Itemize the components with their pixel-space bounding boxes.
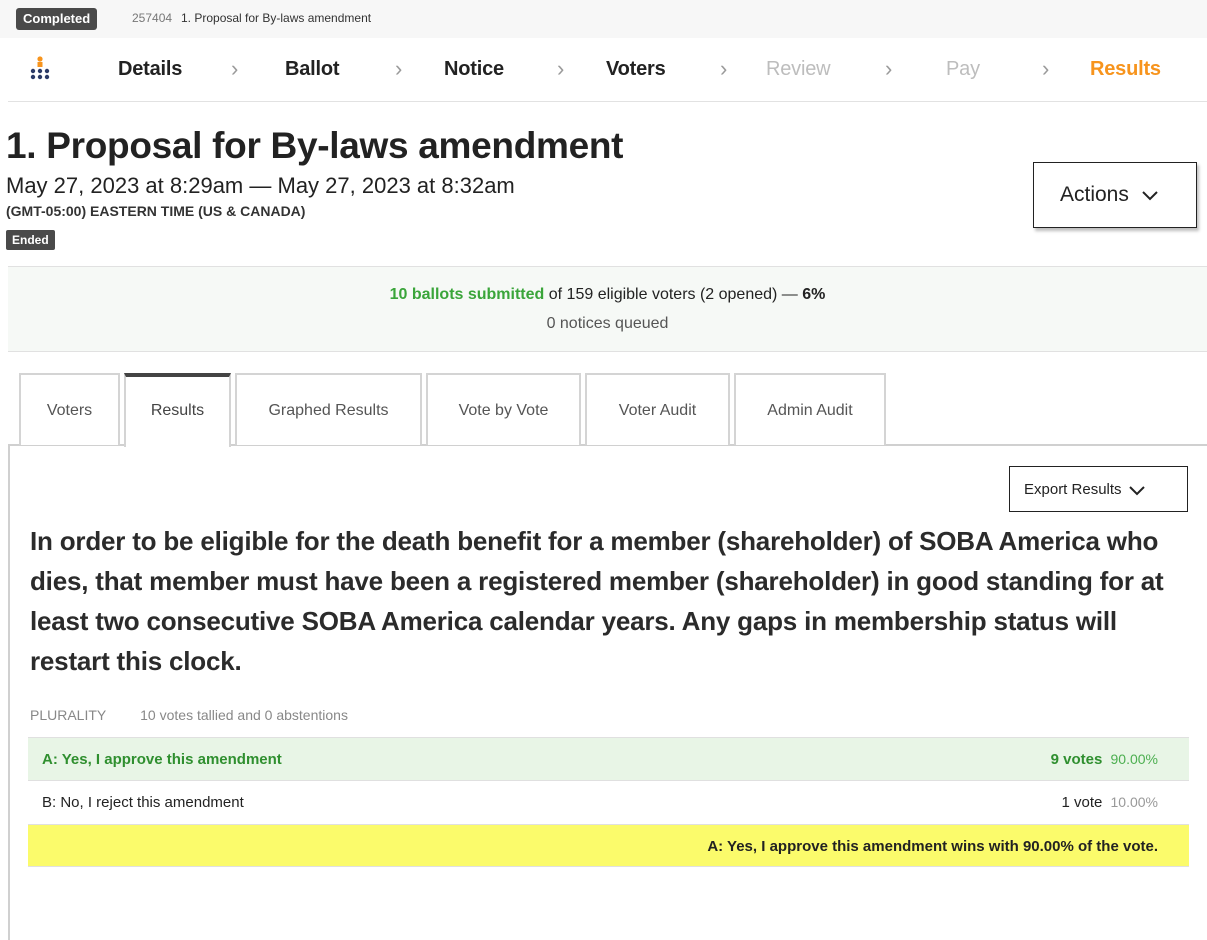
election-date-range: May 27, 2023 at 8:29am — May 27, 2023 at…	[6, 173, 515, 198]
tab-admin-audit[interactable]: Admin Audit	[734, 373, 886, 445]
ballots-submitted-count: 10 ballots submitted	[389, 286, 545, 303]
result-row: B: No, I reject this amendment 1 vote 10…	[28, 780, 1189, 823]
tab-results[interactable]: Results	[124, 373, 231, 447]
option-votes: 1 vote	[1061, 794, 1103, 811]
winner-summary-row: A: Yes, I approve this amendment wins wi…	[28, 824, 1189, 867]
turnout-percent: 6%	[802, 286, 826, 303]
chevron-right-icon: ›	[720, 56, 728, 81]
step-voters[interactable]: Voters	[606, 58, 666, 81]
export-results-button[interactable]: Export Results	[1009, 466, 1188, 512]
option-percent: 90.00%	[1110, 751, 1158, 767]
step-review: Review	[766, 58, 831, 80]
eligible-voters-text: of 159 eligible voters (2 opened) —	[544, 286, 803, 303]
chevron-down-icon	[1142, 191, 1158, 201]
step-ballot[interactable]: Ballot	[285, 58, 340, 81]
step-navigation: Details › Ballot › Notice › Voters › Rev…	[8, 38, 1207, 102]
step-details[interactable]: Details	[118, 58, 182, 81]
status-badge-completed: Completed	[16, 8, 98, 30]
chevron-right-icon: ›	[885, 56, 893, 81]
logo-icon[interactable]	[30, 56, 50, 80]
ballot-submission-summary: 10 ballots submitted of 159 eligible vot…	[8, 286, 1207, 304]
tab-voter-audit[interactable]: Voter Audit	[585, 373, 730, 445]
option-tally: 1 vote 10.00%	[1061, 781, 1158, 824]
option-tally: 9 votes 90.00%	[1051, 738, 1158, 781]
option-percent: 10.00%	[1110, 794, 1158, 810]
tab-vote-by-vote[interactable]: Vote by Vote	[426, 373, 581, 445]
content-panel-border	[8, 446, 10, 940]
voting-method: PLURALITY	[30, 707, 107, 723]
actions-label: Actions	[1060, 183, 1129, 206]
chevron-right-icon: ›	[231, 56, 239, 81]
winner-summary: A: Yes, I approve this amendment wins wi…	[707, 838, 1158, 855]
election-name-breadcrumb[interactable]: 1. Proposal for By-laws amendment	[181, 11, 371, 25]
chevron-down-icon	[1129, 485, 1145, 495]
export-results-label: Export Results	[1024, 480, 1122, 498]
tab-voters[interactable]: Voters	[19, 373, 120, 445]
step-pay: Pay	[946, 58, 980, 80]
ballot-question: In order to be eligible for the death be…	[30, 526, 1164, 676]
chevron-right-icon: ›	[395, 56, 403, 81]
chevron-right-icon: ›	[1042, 56, 1050, 81]
tally-meta: PLURALITY 10 votes tallied and 0 abstent…	[30, 707, 348, 723]
election-timezone: (GMT-05:00) EASTERN TIME (US & CANADA)	[6, 203, 306, 219]
top-breadcrumb-bar: Completed 257404 1. Proposal for By-laws…	[0, 0, 1207, 38]
step-results[interactable]: Results	[1090, 58, 1161, 81]
ballot-stats-panel: 10 ballots submitted of 159 eligible vot…	[8, 266, 1207, 352]
chevron-right-icon: ›	[557, 56, 565, 81]
tab-graphed-results[interactable]: Graphed Results	[235, 373, 422, 445]
result-row-winner: A: Yes, I approve this amendment 9 votes…	[28, 737, 1189, 780]
tally-summary: 10 votes tallied and 0 abstentions	[140, 707, 348, 723]
status-badge-ended: Ended	[6, 230, 55, 250]
notices-queued: 0 notices queued	[546, 315, 669, 332]
actions-dropdown-button[interactable]: Actions	[1033, 162, 1197, 228]
option-label: B: No, I reject this amendment	[42, 794, 244, 811]
option-label: A: Yes, I approve this amendment	[42, 751, 282, 768]
option-votes: 9 votes	[1050, 751, 1103, 768]
election-id: 257404	[132, 11, 173, 25]
step-notice[interactable]: Notice	[444, 58, 504, 81]
page-title: 1. Proposal for By-laws amendment	[6, 125, 624, 166]
